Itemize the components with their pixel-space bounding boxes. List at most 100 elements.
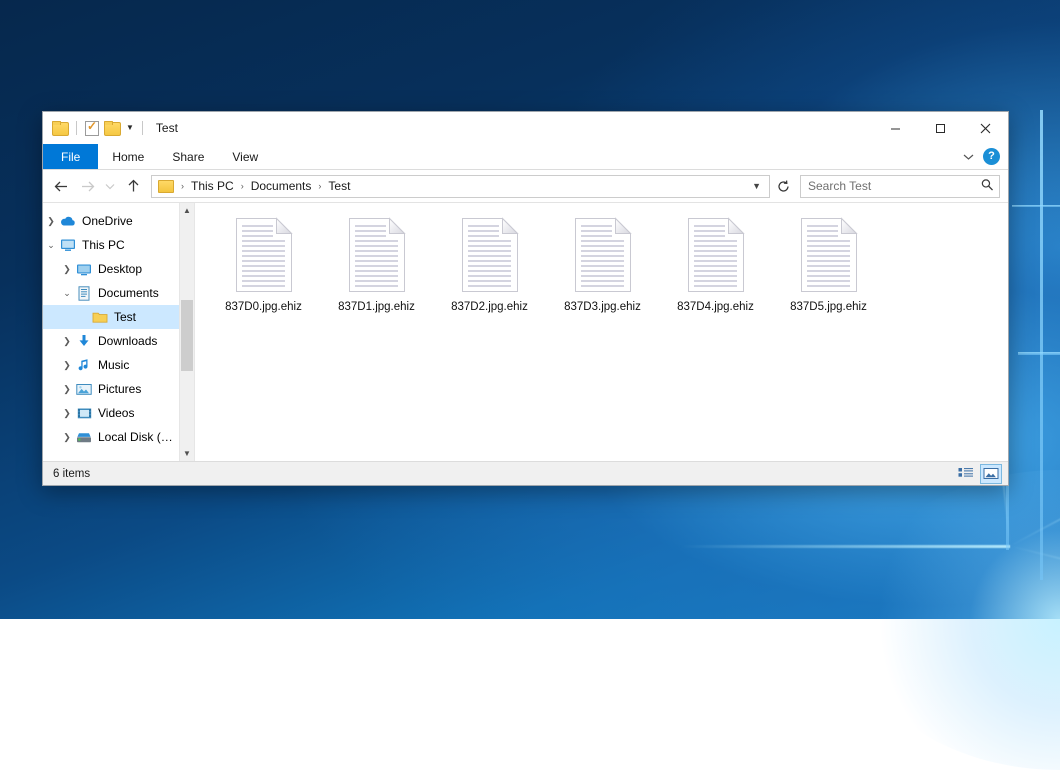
chevron-down-icon[interactable]: ▼ (126, 124, 134, 132)
file-name-label: 837D1.jpg.ehiz (338, 300, 415, 314)
maximize-button[interactable] (918, 112, 963, 144)
address-bar: › This PC › Documents › Test ▼ (43, 170, 1008, 202)
forward-button[interactable] (75, 174, 99, 198)
qat-separator (142, 121, 143, 135)
scrollbar-track[interactable] (180, 218, 194, 446)
wallpaper-ray (1010, 545, 1060, 620)
details-view-button[interactable] (955, 464, 977, 484)
up-button[interactable] (121, 174, 145, 198)
download-icon (75, 334, 93, 348)
scroll-up-icon[interactable]: ▲ (180, 203, 194, 218)
generic-document-icon (687, 217, 745, 293)
sidebar-item-desktop[interactable]: ❯ Desktop (43, 257, 179, 281)
sidebar-item-local-disk-c[interactable]: ❯ Local Disk (C:) (43, 425, 179, 449)
sidebar-item-music[interactable]: ❯ Music (43, 353, 179, 377)
sidebar-item-this-pc[interactable]: ⌄ This PC (43, 233, 179, 257)
chevron-down-icon[interactable]: ▼ (746, 181, 767, 191)
file-item[interactable]: 837D3.jpg.ehiz (546, 213, 659, 331)
sidebar-item-label: Local Disk (C:) (98, 430, 175, 444)
refresh-button[interactable] (772, 175, 794, 198)
search-input[interactable] (808, 179, 982, 193)
address-field[interactable]: › This PC › Documents › Test ▼ (151, 175, 770, 198)
file-item[interactable]: 837D2.jpg.ehiz (433, 213, 546, 331)
chevron-down-icon[interactable]: ⌄ (59, 289, 75, 298)
ribbon-tabs: File Home Share View ? (43, 144, 1008, 170)
generic-document-icon (461, 217, 519, 293)
file-item[interactable]: 837D5.jpg.ehiz (772, 213, 885, 331)
window-title: Test (156, 121, 178, 135)
generic-document-icon (348, 217, 406, 293)
recent-locations-button[interactable] (101, 174, 119, 198)
file-list-view[interactable]: 837D0.jpg.ehiz 837D1.jpg.ehiz (195, 203, 1008, 461)
file-explorer-window: ▼ Test File Home Share View ? (42, 111, 1009, 486)
chevron-right-icon[interactable]: ❯ (59, 361, 75, 370)
chevron-right-icon[interactable]: ❯ (43, 217, 59, 226)
sidebar-item-label: This PC (82, 238, 125, 252)
breadcrumb-this-pc[interactable]: This PC (188, 177, 237, 195)
title-bar: ▼ Test (43, 112, 1008, 144)
chevron-right-icon[interactable]: ❯ (59, 337, 75, 346)
generic-document-icon (574, 217, 632, 293)
drive-icon (75, 431, 93, 444)
breadcrumb-separator: › (237, 181, 248, 191)
file-item[interactable]: 837D1.jpg.ehiz (320, 213, 433, 331)
file-item[interactable]: 837D0.jpg.ehiz (207, 213, 320, 331)
folder-icon[interactable] (52, 121, 68, 135)
new-folder-icon[interactable] (104, 121, 120, 135)
navigation-pane: ❯ OneDrive ⌄ This PC ❯ (43, 203, 195, 461)
search-icon[interactable] (978, 176, 999, 197)
tab-share[interactable]: Share (158, 144, 218, 169)
chevron-right-icon[interactable]: ❯ (59, 433, 75, 442)
sidebar-item-label: Downloads (98, 334, 157, 348)
chevron-down-icon[interactable]: ⌄ (43, 241, 59, 250)
music-icon (75, 358, 93, 372)
wallpaper-ray (1010, 432, 1060, 546)
breadcrumb-documents[interactable]: Documents (248, 177, 315, 195)
minimize-button[interactable] (873, 112, 918, 144)
properties-icon[interactable] (85, 121, 99, 136)
window-controls (873, 112, 1008, 144)
wallpaper-glow (850, 470, 1060, 770)
file-name-label: 837D2.jpg.ehiz (451, 300, 528, 314)
chevron-right-icon[interactable]: ❯ (59, 265, 75, 274)
file-name-label: 837D0.jpg.ehiz (225, 300, 302, 314)
file-item[interactable]: 837D4.jpg.ehiz (659, 213, 772, 331)
breadcrumb-test[interactable]: Test (325, 177, 353, 195)
sidebar-item-documents[interactable]: ⌄ Documents (43, 281, 179, 305)
file-name-label: 837D4.jpg.ehiz (677, 300, 754, 314)
search-box[interactable] (800, 175, 1000, 198)
chevron-down-icon[interactable] (957, 147, 979, 167)
tab-view[interactable]: View (218, 144, 272, 169)
chevron-right-icon[interactable]: ❯ (59, 409, 75, 418)
back-button[interactable] (49, 174, 73, 198)
status-bar: 6 items (43, 461, 1008, 485)
generic-document-icon (235, 217, 293, 293)
item-count-label: 6 items (53, 468, 90, 480)
sidebar-item-label: Videos (98, 406, 134, 420)
sidebar-item-test[interactable]: Test (43, 305, 179, 329)
navigation-scrollbar[interactable]: ▲ ▼ (179, 203, 194, 461)
wallpaper-ray (680, 545, 1010, 548)
video-icon (75, 407, 93, 420)
sidebar-item-downloads[interactable]: ❯ Downloads (43, 329, 179, 353)
help-icon[interactable]: ? (983, 148, 1000, 165)
scrollbar-thumb[interactable] (181, 300, 193, 371)
sidebar-item-videos[interactable]: ❯ Videos (43, 401, 179, 425)
folder-icon (158, 179, 174, 193)
desktop-icon (75, 263, 93, 276)
sidebar-item-label: Test (114, 310, 136, 324)
sidebar-item-onedrive[interactable]: ❯ OneDrive (43, 209, 179, 233)
sidebar-item-label: OneDrive (82, 214, 133, 228)
navigation-tree: ❯ OneDrive ⌄ This PC ❯ (43, 203, 179, 461)
wallpaper-pane (1040, 110, 1043, 580)
scroll-down-icon[interactable]: ▼ (180, 446, 194, 461)
file-name-label: 837D3.jpg.ehiz (564, 300, 641, 314)
close-button[interactable] (963, 112, 1008, 144)
tab-home[interactable]: Home (98, 144, 158, 169)
cloud-icon (59, 215, 77, 227)
chevron-right-icon[interactable]: ❯ (59, 385, 75, 394)
large-icons-view-button[interactable] (980, 464, 1002, 484)
explorer-body: ❯ OneDrive ⌄ This PC ❯ (43, 202, 1008, 461)
tab-file[interactable]: File (43, 144, 98, 169)
sidebar-item-pictures[interactable]: ❯ Pictures (43, 377, 179, 401)
